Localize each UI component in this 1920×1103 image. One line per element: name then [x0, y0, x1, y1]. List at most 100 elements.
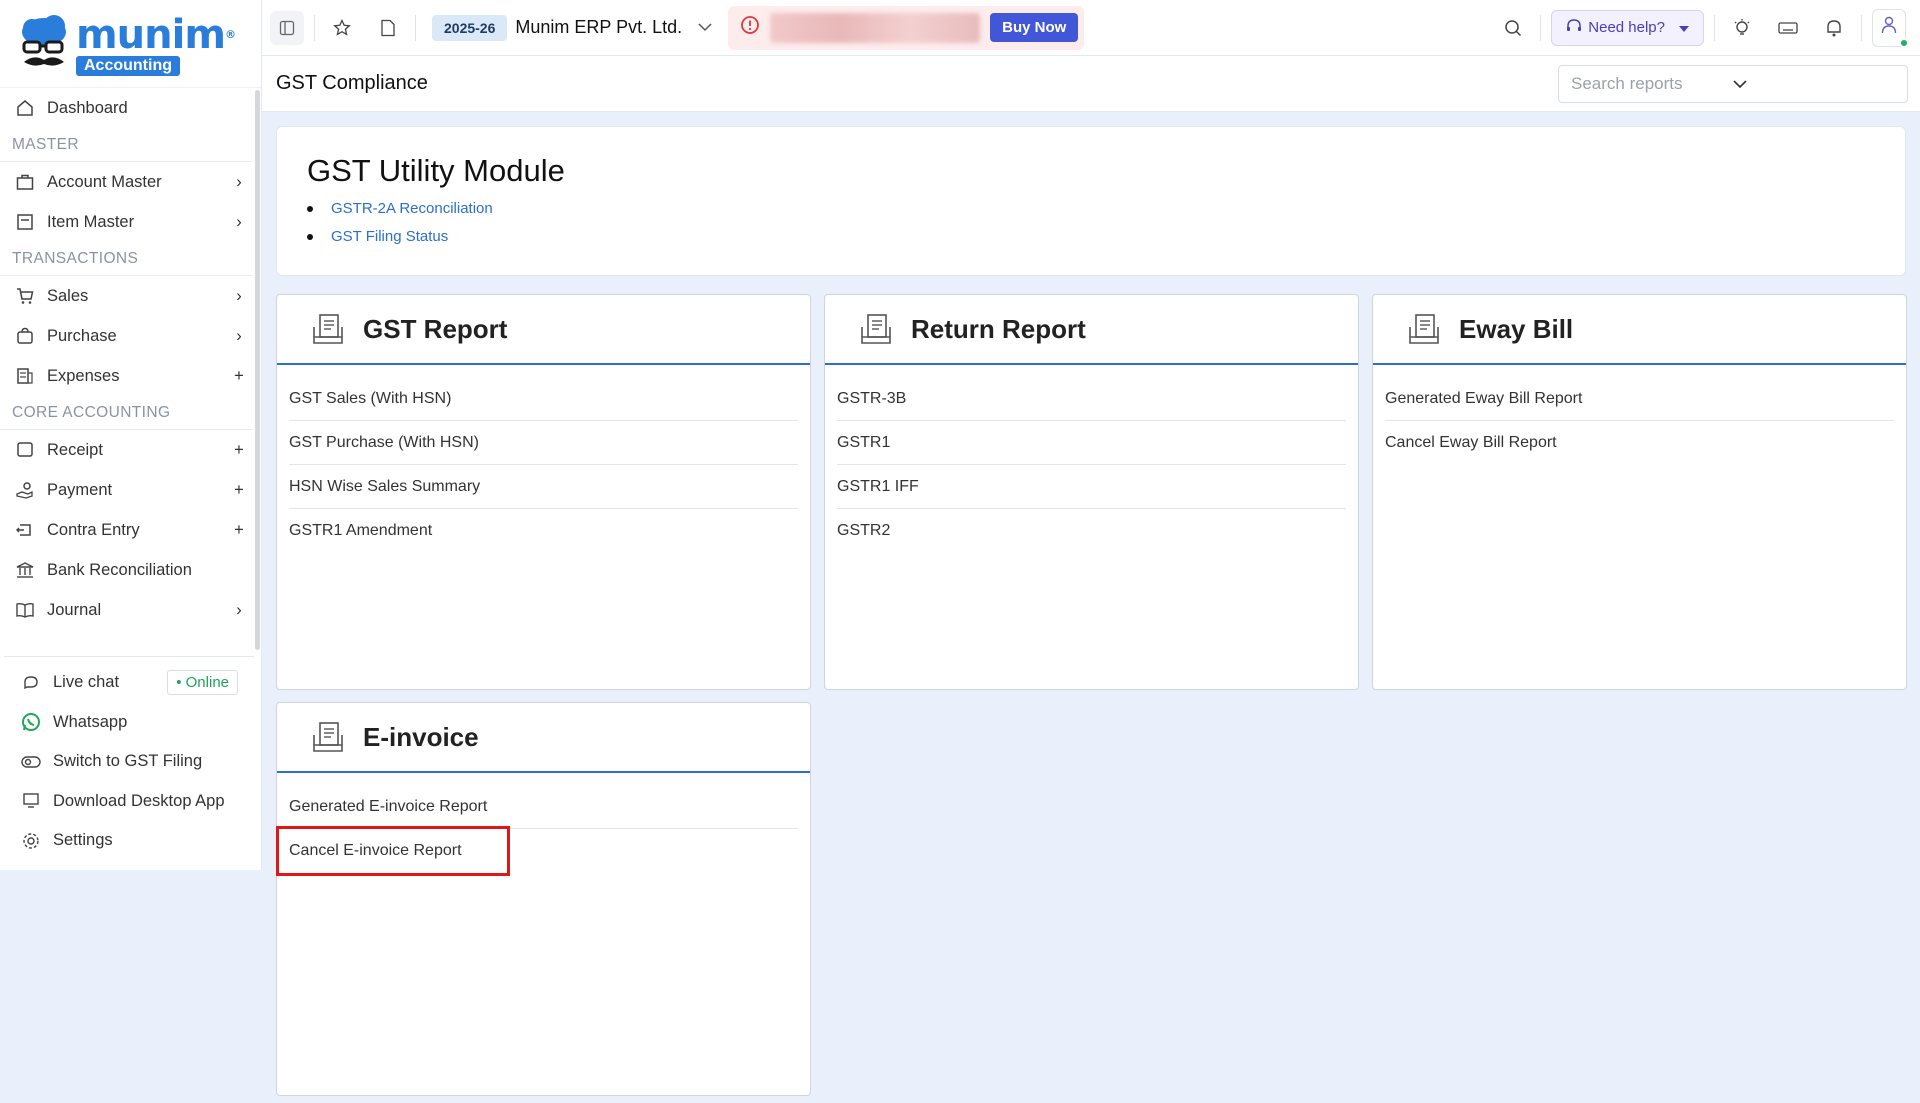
- sidebar-item-label: Item Master: [47, 212, 135, 231]
- card-title: Return Report: [911, 313, 1086, 344]
- chevron-right-icon: ›: [236, 286, 242, 305]
- buy-now-button[interactable]: Buy Now: [990, 13, 1079, 42]
- document-icon[interactable]: [371, 11, 405, 45]
- section-transactions: TRANSACTIONS: [0, 242, 253, 276]
- sidebar-item-label: Purchase: [47, 326, 117, 345]
- report-link[interactable]: GSTR1 IFF: [837, 465, 1346, 509]
- chevron-down-icon: [1733, 74, 1895, 94]
- plus-icon[interactable]: +: [231, 367, 247, 385]
- sidebar-item-item-master[interactable]: Item Master ›: [0, 202, 261, 242]
- sidebar-item-receipt[interactable]: Receipt +: [0, 430, 261, 470]
- search-reports-select[interactable]: Search reports: [1558, 64, 1908, 103]
- card-title: E-invoice: [363, 721, 479, 752]
- bank-icon: [14, 559, 36, 581]
- chat-icon: [20, 672, 42, 694]
- report-icon: [1409, 314, 1439, 344]
- report-link[interactable]: GST Sales (With HSN): [289, 377, 798, 421]
- need-help-button[interactable]: Need help?: [1551, 9, 1704, 46]
- report-icon: [861, 314, 891, 344]
- utility-title: GST Utility Module: [307, 153, 565, 188]
- receipt-icon: [14, 439, 36, 461]
- top-bar: 2025-26 Munim ERP Pvt. Ltd. Buy Now Need…: [262, 0, 1920, 56]
- report-link[interactable]: GSTR-3B: [837, 377, 1346, 421]
- card-e-invoice: E-invoice Generated E-invoice Report Can…: [276, 702, 811, 1096]
- collapse-sidebar-icon[interactable]: [270, 10, 304, 45]
- section-core-accounting: CORE ACCOUNTING: [0, 396, 253, 430]
- keyboard-icon[interactable]: [1771, 11, 1805, 45]
- report-link[interactable]: GSTR1 Amendment: [289, 509, 798, 553]
- company-name: Munim ERP Pvt. Ltd.: [515, 17, 683, 37]
- card-title: GST Report: [363, 313, 508, 344]
- report-link[interactable]: Generated E-invoice Report: [289, 785, 798, 829]
- sidebar-item-contra-entry[interactable]: Contra Entry +: [0, 510, 261, 550]
- report-icon: [313, 314, 343, 344]
- sidebar: munim® Accounting Dashboard MASTER Accou…: [0, 0, 262, 870]
- subscription-alert: Buy Now: [728, 5, 1085, 50]
- bulb-icon[interactable]: [1725, 11, 1759, 45]
- receipt-icon: [14, 365, 36, 387]
- cart-icon: [14, 285, 36, 307]
- plus-icon[interactable]: +: [231, 441, 247, 459]
- sidebar-item-label: Account Master: [47, 172, 162, 191]
- section-master: MASTER: [0, 128, 253, 162]
- sidebar-item-journal[interactable]: Journal ›: [0, 590, 261, 630]
- sidebar-item-label: Contra Entry: [47, 520, 140, 539]
- user-avatar[interactable]: [1872, 8, 1909, 48]
- sidebar-item-expenses[interactable]: Expenses +: [0, 356, 261, 396]
- whatsapp-item[interactable]: Whatsapp: [4, 703, 254, 743]
- sidebar-item-sales[interactable]: Sales ›: [0, 276, 261, 316]
- book-open-icon: [14, 599, 36, 621]
- box-icon: [14, 211, 36, 233]
- star-icon[interactable]: [325, 11, 359, 45]
- link-gst-filing-status[interactable]: GST Filing Status: [307, 223, 1875, 251]
- chevron-right-icon: ›: [236, 326, 242, 345]
- company-selector[interactable]: 2025-26 Munim ERP Pvt. Ltd.: [432, 14, 712, 41]
- plus-icon[interactable]: +: [231, 521, 247, 539]
- sidebar-item-payment[interactable]: Payment +: [0, 470, 261, 510]
- plus-icon[interactable]: +: [231, 481, 247, 499]
- financial-year-badge: 2025-26: [432, 14, 508, 41]
- toggle-icon: [20, 751, 42, 773]
- sidebar-item-account-master[interactable]: Account Master ›: [0, 162, 261, 202]
- settings-label: Settings: [53, 831, 113, 850]
- chevron-down-icon: [698, 19, 712, 37]
- download-desktop-app-item[interactable]: Download Desktop App: [4, 782, 254, 822]
- switch-gst-filing-item[interactable]: Switch to GST Filing: [4, 742, 254, 782]
- settings-item[interactable]: Settings: [4, 821, 254, 861]
- switch-gst-filing-label: Switch to GST Filing: [53, 752, 203, 771]
- logo-mascot-icon: [18, 14, 70, 74]
- sidebar-item-dashboard[interactable]: Dashboard: [0, 88, 261, 128]
- report-link[interactable]: GSTR2: [837, 509, 1346, 553]
- report-link[interactable]: HSN Wise Sales Summary: [289, 465, 798, 509]
- sidebar-scrollbar[interactable]: [255, 90, 260, 650]
- gear-icon: [20, 830, 42, 852]
- whatsapp-label: Whatsapp: [53, 712, 128, 731]
- home-icon: [14, 97, 36, 119]
- report-link[interactable]: Generated Eway Bill Report: [1385, 377, 1894, 421]
- live-chat-label: Live chat: [53, 673, 120, 692]
- sidebar-item-purchase[interactable]: Purchase ›: [0, 316, 261, 356]
- live-chat-item[interactable]: Live chat • Online: [4, 663, 254, 703]
- card-return-report: Return Report GSTR-3B GSTR1 GSTR1 IFF GS…: [824, 294, 1359, 690]
- report-link[interactable]: GST Purchase (With HSN): [289, 421, 798, 465]
- cancel-e-invoice-report-link[interactable]: Cancel E-invoice Report: [276, 826, 510, 876]
- page-title: GST Compliance: [276, 72, 428, 94]
- chevron-right-icon: ›: [236, 600, 242, 619]
- chevron-right-icon: ›: [236, 212, 242, 231]
- sidebar-item-label: Receipt: [47, 440, 103, 459]
- search-icon[interactable]: [1496, 11, 1530, 45]
- link-gstr2a-reconciliation[interactable]: GSTR-2A Reconciliation: [307, 195, 1875, 223]
- bag-icon: [14, 325, 36, 347]
- monitor-icon: [20, 790, 42, 812]
- bell-icon[interactable]: [1817, 11, 1851, 45]
- sidebar-item-bank-reconciliation[interactable]: Bank Reconciliation: [0, 550, 261, 590]
- whatsapp-icon: [20, 711, 42, 733]
- sidebar-item-label: Journal: [47, 600, 102, 619]
- online-status-badge: • Online: [167, 670, 238, 696]
- brand-sub: Accounting: [76, 56, 180, 76]
- brand-logo[interactable]: munim® Accounting: [0, 0, 261, 88]
- sidebar-item-label: Payment: [47, 480, 113, 499]
- report-link[interactable]: Cancel Eway Bill Report: [1385, 421, 1894, 465]
- report-link[interactable]: GSTR1: [837, 421, 1346, 465]
- sidebar-item-label: Expenses: [47, 366, 120, 385]
